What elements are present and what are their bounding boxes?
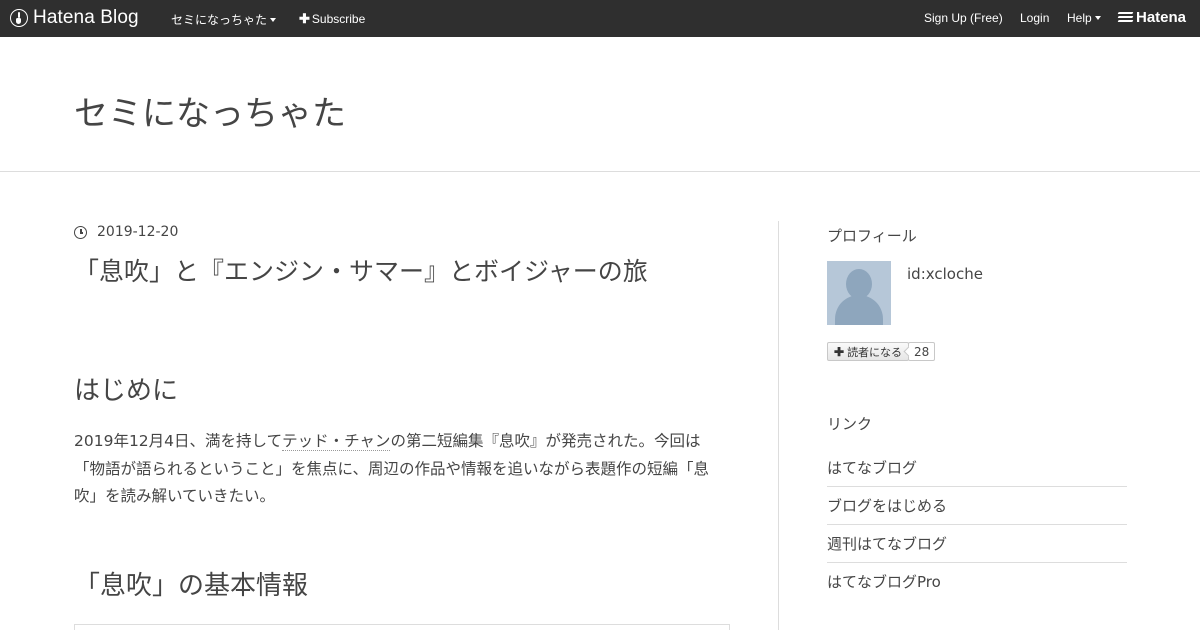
link-item[interactable]: ブログをはじめる bbox=[827, 487, 1127, 525]
user-id-link[interactable]: id:xcloche bbox=[907, 265, 983, 283]
hatena-blog-logo[interactable]: Hatena Blog bbox=[10, 7, 139, 29]
paragraph-line-2: 「物語が語られるということ」を焦点に、周辺の作品や情報を追いながら表題作の短編「… bbox=[74, 459, 710, 478]
blog-title[interactable]: セミになっちゃた bbox=[74, 86, 346, 135]
login-link[interactable]: Login bbox=[1020, 11, 1049, 25]
paragraph-line-1: 2019年12月4日、満を持してテッド・チャンの第二短編集『息吹』が発売された。… bbox=[74, 428, 730, 456]
section-heading-intro: はじめに bbox=[74, 376, 179, 406]
paragraph-text: の第二短編集『息吹』が発売された。今回は bbox=[390, 432, 701, 450]
entry-title[interactable]: 「息吹」と『エンジン・サマー』とボイジャーの旅 bbox=[74, 252, 648, 288]
avatar-body-shape bbox=[835, 295, 883, 325]
blog-header: セミになっちゃた bbox=[0, 37, 1200, 172]
subscribe-reader-button[interactable]: ✚ 読者になる bbox=[827, 342, 910, 361]
ted-chiang-link[interactable]: テッド・チャン bbox=[282, 432, 391, 451]
help-label: Help bbox=[1067, 11, 1092, 25]
links-heading: リンク bbox=[827, 415, 873, 433]
paragraph-text: 2019年12月4日、満を持して bbox=[74, 432, 283, 450]
plus-icon: ✚ bbox=[299, 11, 310, 26]
intro-paragraph: 2019年12月4日、満を持してテッド・チャンの第二短編集『息吹』が発売された。… bbox=[74, 428, 730, 511]
avatar[interactable] bbox=[827, 261, 891, 325]
info-table-box bbox=[74, 624, 730, 630]
global-header: Hatena Blog セミになっちゃた ✚ Subscribe Sign Up … bbox=[0, 0, 1200, 37]
subscribe-link[interactable]: ✚ Subscribe bbox=[299, 11, 365, 27]
subscribe-reader-label: 読者になる bbox=[847, 346, 903, 359]
main-content: 2019-12-20 「息吹」と『エンジン・サマー』とボイジャーの旅 はじめに … bbox=[74, 172, 730, 630]
entry-date[interactable]: 2019-12-20 bbox=[74, 224, 178, 240]
section-heading-basic-info: 「息吹」の基本情報 bbox=[74, 571, 309, 601]
subscribe-label: Subscribe bbox=[311, 12, 366, 26]
hatena-blog-logo-icon bbox=[10, 9, 28, 27]
link-item[interactable]: はてなブログ bbox=[827, 449, 1127, 487]
profile-heading: プロフィール bbox=[827, 227, 917, 245]
paragraph-line-3: 吹」を読み解いていきたい。 bbox=[74, 487, 276, 505]
signup-link[interactable]: Sign Up (Free) bbox=[924, 11, 1003, 25]
help-dropdown[interactable]: Help bbox=[1067, 11, 1101, 25]
caret-down-icon bbox=[270, 18, 277, 22]
subscriber-count: 28 bbox=[908, 342, 936, 361]
brand-name: Hatena Blog bbox=[33, 7, 139, 28]
hatena-logo-link[interactable]: Hatena bbox=[1136, 9, 1186, 26]
entry-date-text: 2019-12-20 bbox=[97, 224, 179, 240]
blog-menu-dropdown[interactable]: セミになっちゃた bbox=[171, 11, 277, 28]
links-list: はてなブログ ブログをはじめる 週刊はてなブログ はてなブログPro bbox=[827, 449, 1127, 601]
caret-down-icon bbox=[1094, 16, 1101, 20]
link-item[interactable]: 週刊はてなブログ bbox=[827, 525, 1127, 563]
link-item[interactable]: はてなブログPro bbox=[827, 563, 1127, 601]
plus-icon: ✚ bbox=[834, 344, 845, 359]
clock-icon bbox=[74, 225, 87, 239]
column-divider bbox=[778, 221, 779, 630]
hatena-logo-icon bbox=[1117, 12, 1134, 24]
blog-menu-label: セミになっちゃた bbox=[171, 13, 268, 27]
